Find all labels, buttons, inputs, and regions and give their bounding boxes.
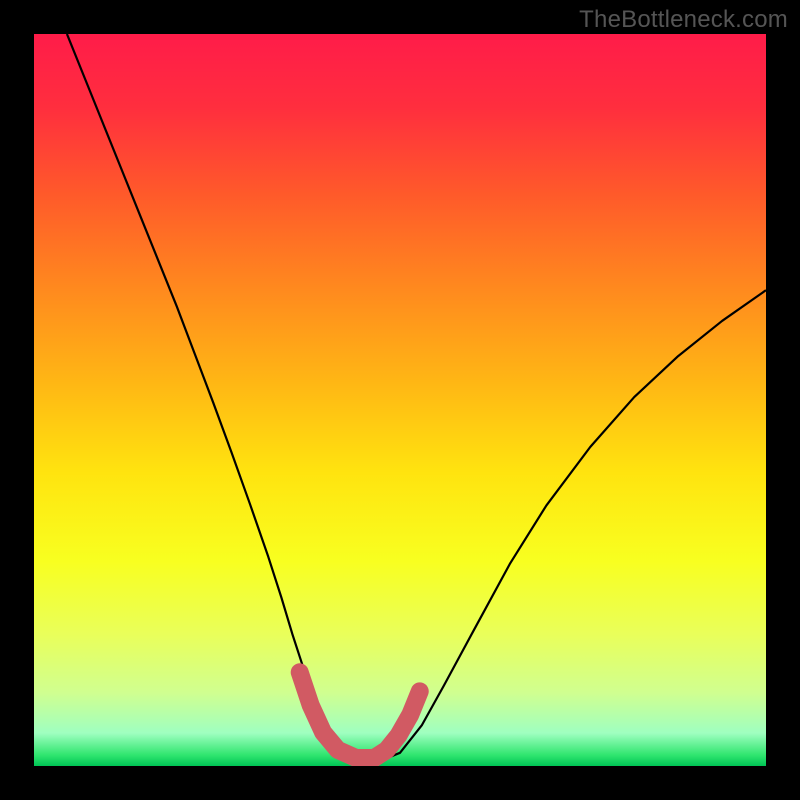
bottleneck-chart — [34, 34, 766, 766]
gradient-background — [34, 34, 766, 766]
chart-frame: TheBottleneck.com — [0, 0, 800, 800]
plot-area — [34, 34, 766, 766]
watermark-text: TheBottleneck.com — [579, 6, 788, 34]
